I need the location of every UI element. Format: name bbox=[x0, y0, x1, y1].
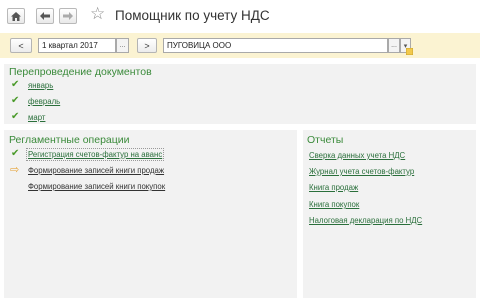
arrow-right-icon bbox=[63, 12, 73, 20]
organization-field[interactable]: ПУГОВИЦА ООО bbox=[163, 38, 388, 53]
report-link-vat-reconciliation[interactable]: Сверка данных учета НДС bbox=[309, 151, 405, 160]
reports-title: Отчеты bbox=[307, 134, 344, 146]
routine-link-sales-book[interactable]: Формирование записей книги продаж bbox=[28, 166, 164, 175]
reprocessing-panel: Перепроведение документов ✔ январь ✔ фев… bbox=[4, 64, 476, 124]
arrow-right-icon: ⇨ bbox=[10, 164, 20, 176]
home-icon bbox=[11, 11, 21, 21]
check-icon: ✔ bbox=[11, 79, 20, 90]
month-link-february[interactable]: февраль bbox=[28, 97, 60, 106]
period-picker-button[interactable]: ... bbox=[116, 38, 129, 53]
reprocessing-title: Перепроведение документов bbox=[9, 66, 152, 78]
check-icon: ✔ bbox=[11, 148, 20, 159]
report-link-sales-book[interactable]: Книга продаж bbox=[309, 183, 358, 192]
arrow-left-icon bbox=[40, 12, 50, 20]
window-title: Помощник по учету НДС bbox=[115, 8, 270, 23]
report-link-purchase-book[interactable]: Книга покупок bbox=[309, 200, 359, 209]
check-icon: ✔ bbox=[11, 95, 20, 106]
report-link-vat-declaration[interactable]: Налоговая декларация по НДС bbox=[309, 216, 422, 225]
star-icon[interactable]: ☆ bbox=[90, 4, 105, 24]
open-icon[interactable] bbox=[405, 42, 414, 56]
reports-panel: Отчеты Сверка данных учета НДС Журнал уч… bbox=[303, 130, 476, 298]
report-link-invoice-journal[interactable]: Журнал учета счетов-фактур bbox=[309, 167, 414, 176]
check-icon: ✔ bbox=[11, 111, 20, 122]
month-link-january[interactable]: январь bbox=[28, 81, 53, 90]
period-field[interactable]: 1 квартал 2017 bbox=[38, 38, 116, 53]
home-button[interactable] bbox=[7, 8, 25, 24]
routine-link-advance-invoices[interactable]: Регистрация счетов-фактур на аванс bbox=[25, 148, 165, 161]
toolbar: < 1 квартал 2017 ... > ПУГОВИЦА ООО ... … bbox=[0, 33, 480, 58]
organization-select-button[interactable]: ... bbox=[388, 38, 400, 53]
prev-period-button[interactable]: < bbox=[10, 38, 32, 53]
next-period-button[interactable]: > bbox=[137, 38, 157, 53]
month-link-march[interactable]: март bbox=[28, 113, 45, 122]
forward-button[interactable] bbox=[59, 8, 77, 24]
routine-panel: Регламентные операции ✔ Регистрация счет… bbox=[4, 130, 297, 298]
back-button[interactable] bbox=[36, 8, 54, 24]
routine-link-purchase-book[interactable]: Формирование записей книги покупок bbox=[28, 182, 165, 191]
routine-title: Регламентные операции bbox=[9, 134, 130, 146]
